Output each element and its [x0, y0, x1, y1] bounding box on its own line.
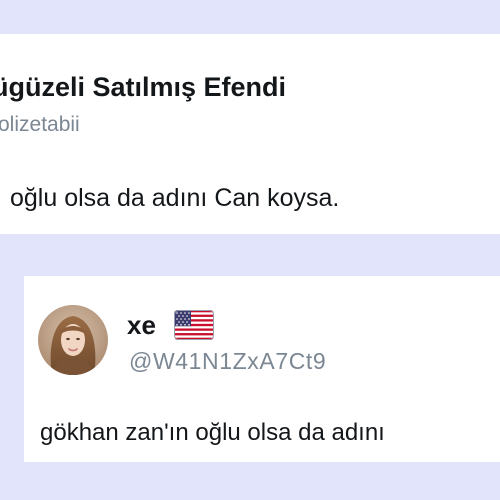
quoted-tweet-text: gökhan zan'ın oğlu olsa da adını: [40, 419, 385, 446]
quoted-tweet-handle[interactable]: @W41N1ZxA7Ct9: [129, 348, 326, 375]
main-tweet-display-name[interactable]: ügüzeli Satılmış Efendi: [0, 72, 286, 103]
main-tweet-handle[interactable]: olizetabii: [0, 113, 80, 137]
main-tweet-text: oğlu olsa da adını Can koysa.: [10, 184, 340, 212]
us-flag-icon: [174, 310, 214, 340]
avatar[interactable]: [38, 305, 108, 375]
quoted-tweet-display-name[interactable]: xe: [127, 310, 156, 341]
